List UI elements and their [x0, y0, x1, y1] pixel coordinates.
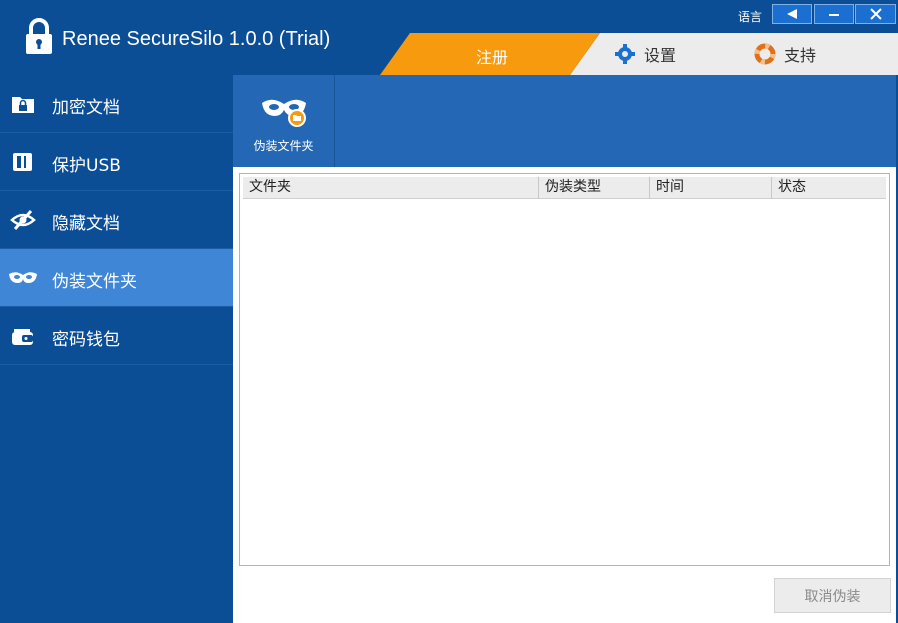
tab-register[interactable]: 注册	[380, 33, 600, 75]
sidebar-item-password-wallet[interactable]: 密码钱包	[0, 307, 233, 365]
sidebar-item-label: 隐藏文档	[52, 214, 120, 234]
lock-icon	[26, 18, 52, 54]
lifebuoy-icon	[754, 43, 776, 65]
language-label: 语言	[738, 10, 763, 24]
sidebar-item-hide-docs[interactable]: 隐藏文档	[0, 191, 233, 249]
disguise-folder-tool-label: 伪装文件夹	[253, 139, 314, 153]
sidebar-item-label: 伪装文件夹	[52, 272, 137, 292]
sidebar: 加密文档 保护USB 隐藏文档 伪装文件夹 密码钱包	[0, 75, 233, 623]
list-header: 文件夹 伪装类型 时间 状态	[243, 177, 886, 199]
sidebar-item-label: 加密文档	[52, 98, 120, 118]
folder-lock-icon	[12, 97, 34, 113]
cancel-disguise-button[interactable]: 取消伪装	[774, 578, 891, 613]
column-header-time[interactable]: 时间	[650, 177, 772, 199]
sidebar-item-label: 保护USB	[52, 156, 121, 176]
gear-icon	[615, 44, 635, 64]
tab-register-label: 注册	[476, 48, 509, 67]
close-button[interactable]	[855, 4, 896, 24]
title-bar: Renee SecureSilo 1.0.0 (Trial) 语言 注册 设置	[0, 0, 898, 75]
tab-support-label: 支持	[784, 46, 817, 65]
mask-icon	[9, 272, 37, 283]
minimize-button[interactable]	[814, 4, 854, 24]
language-button[interactable]	[772, 4, 812, 24]
tab-support[interactable]: 支持	[754, 42, 816, 66]
sidebar-item-disguise-folder[interactable]: 伪装文件夹	[0, 249, 233, 307]
sidebar-item-label: 密码钱包	[52, 330, 120, 350]
language-arrow-icon	[787, 9, 797, 19]
top-tabs: 注册 设置 支持	[380, 33, 898, 75]
app-title: Renee SecureSilo 1.0.0 (Trial)	[62, 28, 331, 50]
column-header-disguise-type[interactable]: 伪装类型	[539, 177, 650, 199]
sidebar-item-protect-usb[interactable]: 保护USB	[0, 133, 233, 191]
disguise-folder-tool-button[interactable]: 伪装文件夹	[233, 75, 335, 167]
toolbar: 伪装文件夹	[233, 75, 898, 167]
column-header-folder[interactable]: 文件夹	[243, 177, 539, 199]
tab-settings[interactable]: 设置	[614, 42, 676, 66]
mask-folder-icon	[261, 99, 306, 127]
minimize-icon	[829, 14, 839, 16]
disguise-folder-list[interactable]: 文件夹 伪装类型 时间 状态	[239, 173, 890, 566]
column-header-status[interactable]: 状态	[772, 177, 886, 199]
sidebar-item-encrypt-docs[interactable]: 加密文档	[0, 75, 233, 133]
tab-settings-label: 设置	[644, 46, 677, 65]
wallet-icon	[12, 329, 33, 345]
usb-protect-icon	[13, 153, 32, 171]
main-content: 文件夹 伪装类型 时间 状态 取消伪装	[233, 167, 898, 623]
close-icon	[869, 8, 882, 20]
eye-hidden-icon	[10, 210, 36, 230]
